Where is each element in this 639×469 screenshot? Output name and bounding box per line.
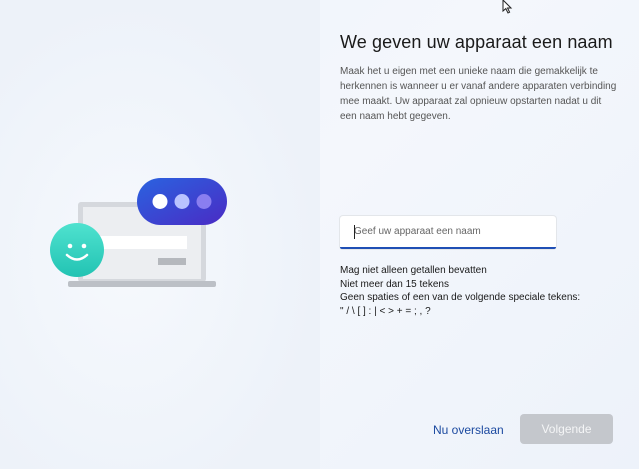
- page-title: We geven uw apparaat een naam: [340, 32, 613, 52]
- smiley-icon: [50, 223, 104, 277]
- rule-line: Mag niet alleen getallen bevatten: [340, 265, 487, 276]
- device-name-field[interactable]: [340, 216, 556, 249]
- text-caret: [354, 225, 355, 239]
- device-name-input[interactable]: [340, 216, 556, 247]
- skip-button[interactable]: Nu overslaan: [433, 423, 504, 437]
- rule-line: Geen spaties of een van de volgende spec…: [340, 292, 581, 304]
- laptop-chat-illustration: [50, 178, 227, 287]
- naming-rules: Mag niet alleen getallen bevatten Niet m…: [340, 264, 580, 318]
- rule-line: " / \ [ ] : | < > + = ; , ?: [340, 305, 431, 317]
- mouse-pointer-icon: [502, 0, 513, 14]
- rule-line: Niet meer dan 15 tekens: [340, 278, 449, 290]
- illustration-pane: [0, 0, 320, 469]
- description-text: Maak het u eigen met een unieke naam die…: [340, 66, 617, 122]
- next-button[interactable]: Volgende: [520, 414, 613, 444]
- chat-bubble-icon: [137, 178, 227, 225]
